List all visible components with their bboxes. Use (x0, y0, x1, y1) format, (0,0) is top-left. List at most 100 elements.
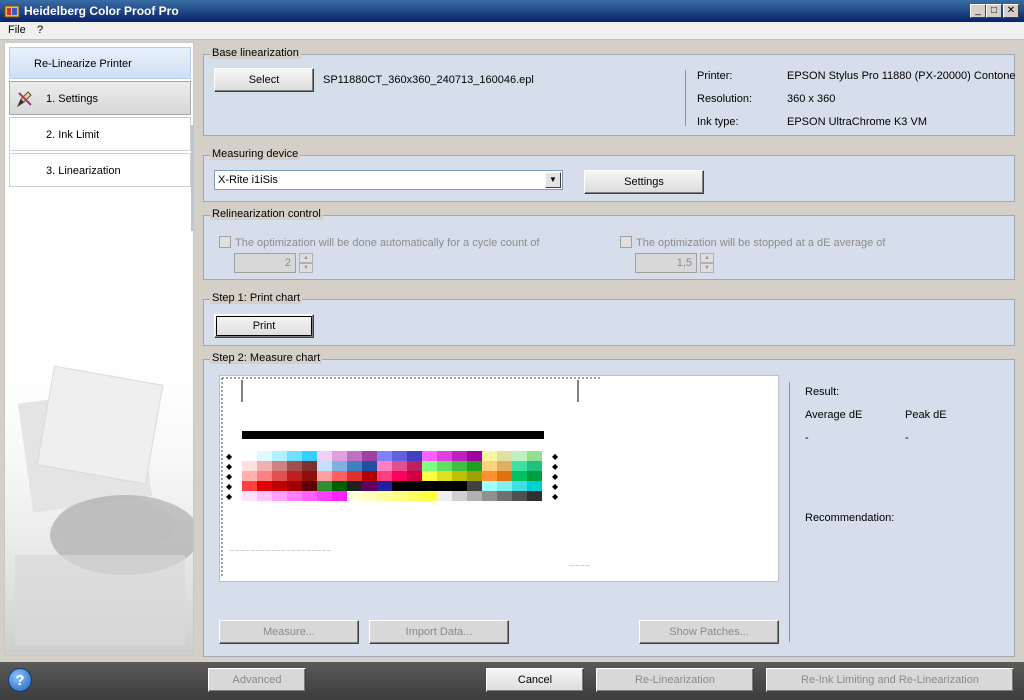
color-patch (347, 491, 362, 501)
color-patch (302, 491, 317, 501)
spin-up-icon[interactable]: ▲ (700, 253, 714, 263)
select-button[interactable]: Select (214, 68, 314, 92)
sidebar-scrollbar[interactable] (191, 125, 193, 231)
import-data-button[interactable]: Import Data... (369, 620, 509, 644)
color-patch (482, 451, 497, 461)
color-patch (497, 461, 512, 471)
de-average-input[interactable]: 1,5 (635, 253, 697, 273)
color-patch (377, 461, 392, 471)
menu-bar: File ? (0, 22, 1024, 40)
color-patch (512, 491, 527, 501)
color-patch (497, 491, 512, 501)
registration-mark: ◆ (226, 472, 233, 481)
help-icon[interactable]: ? (8, 668, 32, 692)
color-patch (317, 471, 332, 481)
color-patch (407, 481, 422, 491)
color-patch (362, 461, 377, 471)
color-patch (407, 461, 422, 471)
result-label: Result: (805, 386, 840, 398)
measure-button[interactable]: Measure... (219, 620, 359, 644)
color-patch (362, 451, 377, 461)
cycle-count-checkbox[interactable] (219, 236, 231, 248)
average-de-value: - (805, 432, 809, 444)
spin-down-icon[interactable]: ▼ (299, 263, 313, 273)
color-patch (482, 481, 497, 491)
color-patch (347, 481, 362, 491)
main-panel: Base linearization Select SP11880CT_360x… (198, 42, 1022, 660)
color-patch (437, 461, 452, 471)
color-patch (437, 491, 452, 501)
base-filename: SP11880CT_360x360_240713_160046.epl (323, 74, 534, 86)
color-patch (377, 491, 392, 501)
color-patch (347, 471, 362, 481)
relinearization-control-group: Relinearization control The optimization… (203, 208, 1015, 280)
show-patches-button[interactable]: Show Patches... (639, 620, 779, 644)
device-settings-button[interactable]: Settings (584, 170, 704, 194)
wizard-sidebar: Re-Linearize Printer 1. Settings 2. Ink … (4, 42, 194, 656)
de-average-spinner[interactable]: ▲ ▼ (700, 253, 714, 273)
color-patch (287, 471, 302, 481)
print-button[interactable]: Print (214, 314, 314, 338)
bottom-bar: ? Advanced Cancel Re-Linearization Re-In… (0, 662, 1024, 700)
color-patch (527, 481, 542, 491)
spin-down-icon[interactable]: ▼ (700, 263, 714, 273)
color-patch (392, 451, 407, 461)
color-patch (347, 451, 362, 461)
ink-type-label: Ink type: (697, 116, 739, 128)
color-patch (302, 451, 317, 461)
re-linearization-button[interactable]: Re-Linearization (596, 668, 754, 692)
resolution-label: Resolution: (697, 93, 753, 105)
registration-mark: ◆ (226, 452, 233, 461)
advanced-button[interactable]: Advanced (208, 668, 306, 692)
step2-measure-chart-group: Step 2: Measure chart ◆ ◆ ◆ ◆ ◆ ◆ ◆ ◆ ◆ ◆ — — — —… (203, 352, 1015, 657)
color-patch (452, 451, 467, 461)
color-patch (527, 471, 542, 481)
color-patch (272, 451, 287, 461)
color-patch (257, 451, 272, 461)
spin-up-icon[interactable]: ▲ (299, 253, 313, 263)
color-patch (242, 491, 257, 501)
color-patch (422, 471, 437, 481)
cancel-button[interactable]: Cancel (486, 668, 584, 692)
color-patch (317, 491, 332, 501)
group-title: Step 1: Print chart (210, 292, 303, 304)
chevron-down-icon[interactable]: ▼ (545, 172, 561, 188)
peak-de-value: - (905, 432, 909, 444)
measuring-device-select[interactable]: X-Rite i1iSis ▼ (214, 170, 563, 190)
sidebar-item-linearization[interactable]: 3. Linearization (9, 153, 191, 187)
color-patch (482, 491, 497, 501)
de-average-label: The optimization will be stopped at a dE… (636, 237, 886, 249)
color-patch (467, 461, 482, 471)
color-patch (527, 461, 542, 471)
color-patch (242, 481, 257, 491)
de-average-checkbox[interactable] (620, 236, 632, 248)
sidebar-item-label: 2. Ink Limit (46, 129, 100, 141)
selected-device: X-Rite i1iSis (218, 174, 278, 186)
color-patch (392, 471, 407, 481)
color-patch (332, 451, 347, 461)
cycle-count-input[interactable]: 2 (234, 253, 296, 273)
color-patch (317, 461, 332, 471)
color-patch (437, 481, 452, 491)
sidebar-item-settings[interactable]: 1. Settings (9, 81, 191, 115)
cycle-count-spinner[interactable]: ▲ ▼ (299, 253, 313, 273)
color-patch (422, 491, 437, 501)
maximize-button[interactable]: □ (986, 4, 1002, 18)
sidebar-item-ink-limit[interactable]: 2. Ink Limit (9, 117, 191, 151)
color-patch (362, 491, 377, 501)
re-ink-limiting-button[interactable]: Re-Ink Limiting and Re-Linearization (766, 668, 1014, 692)
menu-file[interactable]: File (8, 24, 26, 36)
color-patch (422, 461, 437, 471)
minimize-button[interactable]: _ (970, 4, 986, 18)
color-patch (527, 451, 542, 461)
color-patch (377, 481, 392, 491)
color-patch (302, 481, 317, 491)
color-patch (257, 471, 272, 481)
close-button[interactable]: ✕ (1003, 4, 1019, 18)
color-patch (362, 471, 377, 481)
cycle-count-label: The optimization will be done automatica… (235, 237, 540, 249)
color-patch (407, 471, 422, 481)
color-patch (377, 451, 392, 461)
color-patch (422, 481, 437, 491)
menu-help[interactable]: ? (37, 24, 43, 36)
